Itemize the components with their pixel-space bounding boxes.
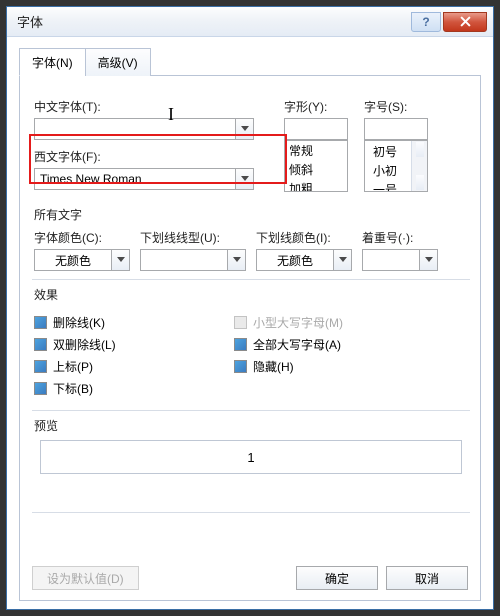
size-listbox[interactable]: 初号 小初 一号 (364, 140, 428, 192)
cancel-button[interactable]: 取消 (386, 566, 468, 590)
checkbox-icon (34, 338, 47, 351)
hidden-checkbox[interactable]: 隐藏(H) (234, 358, 468, 375)
tab-advanced[interactable]: 高级(V) (85, 48, 151, 76)
smallcaps-checkbox: 小型大写字母(M) (234, 314, 468, 331)
dropdown-arrow-icon (227, 250, 245, 270)
set-default-button: 设为默认值(D) (32, 566, 139, 590)
dropdown-arrow-icon (333, 250, 351, 270)
tab-font[interactable]: 字体(N) (19, 48, 86, 76)
titlebar: 字体 ? (7, 7, 493, 37)
emphasis-label: 着重号(·): (362, 229, 438, 246)
checkbox-icon (234, 338, 247, 351)
checkbox-icon (34, 316, 47, 329)
font-color-combo[interactable]: 无颜色 (34, 249, 130, 271)
style-label: 字形(Y): (284, 98, 348, 115)
font-color-label: 字体颜色(C): (34, 229, 130, 246)
scroll-up-icon[interactable] (416, 142, 424, 157)
checkbox-icon (234, 360, 247, 373)
latin-font-label: 西文字体(F): (34, 148, 254, 165)
dropdown-arrow-icon (419, 250, 437, 270)
style-listbox[interactable]: 常规 倾斜 加粗 (284, 140, 348, 192)
underline-style-label: 下划线线型(U): (140, 229, 246, 246)
checkbox-icon (234, 316, 247, 329)
list-item[interactable]: 倾斜 (285, 160, 347, 179)
preview-box: 1 (40, 440, 462, 474)
dropdown-arrow-icon (111, 250, 129, 270)
tabstrip: 字体(N) 高级(V) (19, 47, 481, 76)
list-item[interactable]: 一号 (369, 180, 407, 192)
underline-color-combo[interactable]: 无颜色 (256, 249, 352, 271)
window-title: 字体 (17, 12, 43, 31)
list-item[interactable]: 初号 (369, 142, 407, 161)
strike-checkbox[interactable]: 删除线(K) (34, 314, 234, 331)
list-item[interactable]: 加粗 (285, 179, 347, 192)
list-item[interactable]: 常规 (285, 141, 347, 160)
latin-font-combo[interactable]: Times New Roman (34, 168, 254, 190)
emphasis-combo[interactable] (362, 249, 438, 271)
scroll-down-icon[interactable] (416, 175, 424, 190)
effects-label: 效果 (34, 286, 468, 303)
checkbox-icon (34, 360, 47, 373)
close-icon (460, 16, 471, 27)
subscript-checkbox[interactable]: 下标(B) (34, 380, 234, 397)
preview-label: 预览 (34, 417, 468, 434)
font-dialog: 字体 ? 字体(N) 高级(V) 中文字体(T): 字形(Y): 字号(S): (6, 6, 494, 610)
dropdown-arrow-icon (235, 169, 253, 189)
list-item[interactable]: 小初 (369, 161, 407, 180)
close-button[interactable] (443, 12, 487, 32)
size-input[interactable] (364, 118, 428, 140)
all-text-label: 所有文字 (34, 206, 468, 223)
font-panel: 中文字体(T): 字形(Y): 字号(S): (19, 76, 481, 601)
checkbox-icon (34, 382, 47, 395)
cn-font-combo[interactable] (34, 118, 254, 140)
allcaps-checkbox[interactable]: 全部大写字母(A) (234, 336, 468, 353)
dialog-body: 字体(N) 高级(V) 中文字体(T): 字形(Y): 字号(S): (7, 37, 493, 609)
style-input[interactable] (284, 118, 348, 140)
size-label: 字号(S): (364, 98, 428, 115)
help-button[interactable]: ? (411, 12, 441, 32)
underline-color-label: 下划线颜色(I): (256, 229, 352, 246)
cn-font-label: 中文字体(T): (34, 98, 254, 115)
footer: 设为默认值(D) 确定 取消 (32, 566, 468, 590)
underline-style-combo[interactable] (140, 249, 246, 271)
ok-button[interactable]: 确定 (296, 566, 378, 590)
scrollbar[interactable] (411, 141, 427, 191)
double-strike-checkbox[interactable]: 双删除线(L) (34, 336, 234, 353)
dropdown-arrow-icon (235, 119, 253, 139)
superscript-checkbox[interactable]: 上标(P) (34, 358, 234, 375)
